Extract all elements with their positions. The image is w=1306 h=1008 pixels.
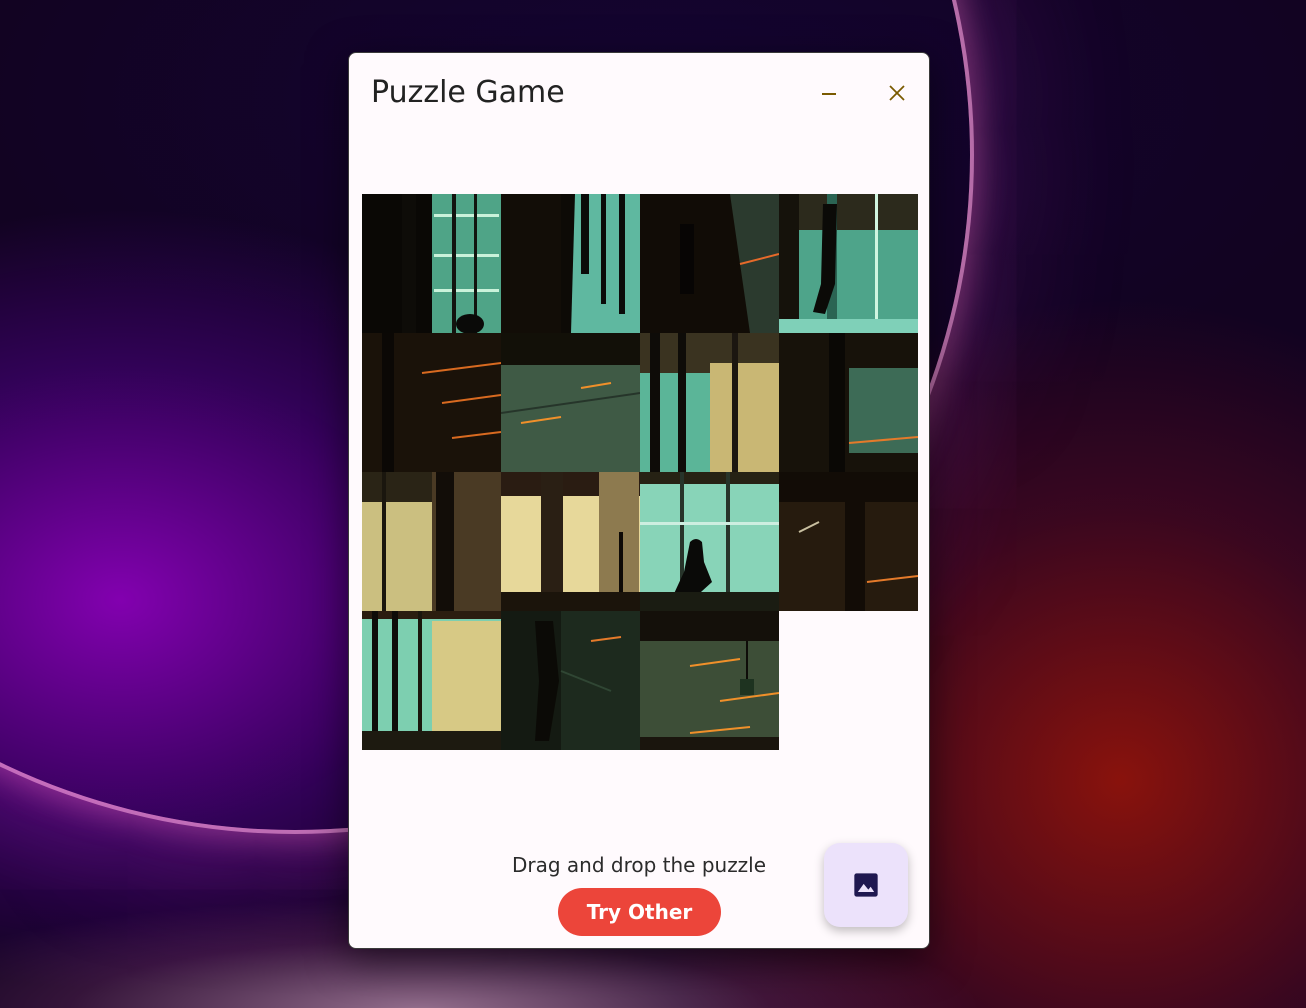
puzzle-tile[interactable] <box>640 611 779 750</box>
puzzle-tile[interactable] <box>362 333 501 472</box>
window-title: Puzzle Game <box>371 75 565 110</box>
close-button[interactable] <box>875 75 919 111</box>
puzzle-empty-slot[interactable] <box>779 611 918 750</box>
desktop-background: Puzzle Game Drag and drop the puzzle Try… <box>0 0 1306 1008</box>
image-icon <box>854 873 878 897</box>
puzzle-tile[interactable] <box>779 472 918 611</box>
puzzle-tile[interactable] <box>501 611 640 750</box>
puzzle-tile[interactable] <box>362 194 501 333</box>
puzzle-tile[interactable] <box>640 194 779 333</box>
puzzle-tile[interactable] <box>779 194 918 333</box>
puzzle-tile[interactable] <box>501 333 640 472</box>
puzzle-board <box>362 194 918 750</box>
puzzle-tile[interactable] <box>779 333 918 472</box>
puzzle-game-window: Puzzle Game Drag and drop the puzzle Try… <box>348 52 930 949</box>
try-other-button[interactable]: Try Other <box>558 888 721 936</box>
minimize-icon <box>822 93 836 95</box>
minimize-button[interactable] <box>807 75 851 111</box>
puzzle-tile[interactable] <box>501 472 640 611</box>
pick-image-button[interactable] <box>824 843 908 927</box>
puzzle-tile[interactable] <box>640 472 779 611</box>
puzzle-tile[interactable] <box>362 611 501 750</box>
close-icon <box>889 85 905 101</box>
puzzle-tile[interactable] <box>640 333 779 472</box>
puzzle-tile[interactable] <box>501 194 640 333</box>
puzzle-tile[interactable] <box>362 472 501 611</box>
